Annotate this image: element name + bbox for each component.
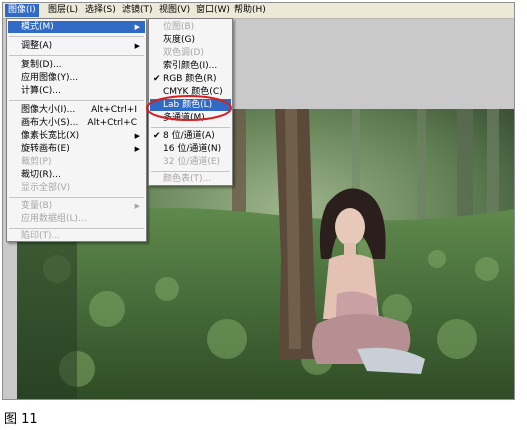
submenu-arrow-icon: ▶ <box>134 132 140 140</box>
menu-item-label: 32 位/通道(E) <box>163 157 221 167</box>
menu-item-variables[interactable]: 变量(B) ▶ <box>8 200 145 212</box>
menu-item-canvas-size[interactable]: 画布大小(S)... Alt+Ctrl+C <box>8 117 145 129</box>
menu-separator <box>151 127 230 128</box>
menu-item-calculations[interactable]: 计算(C)... <box>8 85 145 97</box>
menu-window[interactable]: 窗口(W) <box>193 4 233 17</box>
menu-item-label: 画布大小(S)... <box>21 118 79 128</box>
menu-item-label: RGB 颜色(R) <box>163 74 217 84</box>
menu-item-label: 索引颜色(I)... <box>163 61 218 71</box>
annotation-circle <box>146 95 232 121</box>
menu-item-label: 16 位/通道(N) <box>163 144 222 154</box>
menu-separator <box>9 36 144 37</box>
menu-item-mode[interactable]: 模式(M) ▶ <box>8 21 145 33</box>
shortcut-label: Alt+Ctrl+C <box>87 118 137 128</box>
menu-item-label: 裁剪(P) <box>21 157 52 167</box>
menu-separator <box>9 228 144 229</box>
menu-item-label: 旋转画布(E) <box>21 144 70 154</box>
menu-item-label: 应用图像(Y)... <box>21 73 79 83</box>
menubar: 图像(I) 图层(L) 选择(S) 滤镜(T) 视图(V) 窗口(W) 帮助(H… <box>3 3 514 19</box>
submenu-arrow-icon: ▶ <box>134 202 140 210</box>
menu-separator <box>9 55 144 56</box>
menu-item-label: 陷印(T)... <box>21 231 61 241</box>
check-icon: ✔ <box>153 131 161 141</box>
menu-item-label: 8 位/通道(A) <box>163 131 215 141</box>
menu-item-label: 裁切(R)... <box>21 170 61 180</box>
image-menu: 模式(M) ▶ 调整(A) ▶ 复制(D)... 应用图像(Y)... 计算(C… <box>6 18 147 242</box>
menu-item-label: 颜色表(T)... <box>163 174 212 184</box>
menu-item-label: 像素长宽比(X) <box>21 131 80 141</box>
photoshop-window: 图像(I) 图层(L) 选择(S) 滤镜(T) 视图(V) 窗口(W) 帮助(H… <box>2 2 515 400</box>
menu-item-label: 模式(M) <box>21 22 54 32</box>
menu-item-label: 位图(B) <box>163 22 195 32</box>
submenu-arrow-icon: ▶ <box>134 23 140 31</box>
menu-item-16bit[interactable]: 16 位/通道(N) <box>150 143 231 155</box>
menu-item-color-table[interactable]: 颜色表(T)... <box>150 173 231 185</box>
menu-item-image-size[interactable]: 图像大小(I)... Alt+Ctrl+I <box>8 104 145 116</box>
menu-item-reveal-all[interactable]: 显示全部(V) <box>8 182 145 194</box>
check-icon: ✔ <box>153 74 161 84</box>
menu-item-grayscale[interactable]: 灰度(G) <box>150 34 231 46</box>
submenu-arrow-icon: ▶ <box>134 42 140 50</box>
menu-item-label: 调整(A) <box>21 41 53 51</box>
menu-item-label: 双色调(D) <box>163 48 204 58</box>
menu-help[interactable]: 帮助(H) <box>231 4 269 17</box>
menu-item-indexed-color[interactable]: 索引颜色(I)... <box>150 60 231 72</box>
menu-separator <box>151 171 230 172</box>
menu-separator <box>9 100 144 101</box>
menu-item-apply-data-set[interactable]: 应用数据组(L)... <box>8 213 145 225</box>
menu-item-label: 图像大小(I)... <box>21 105 76 115</box>
menu-filter[interactable]: 滤镜(T) <box>119 4 156 17</box>
menu-item-bitmap[interactable]: 位图(B) <box>150 21 231 33</box>
menu-item-duotone[interactable]: 双色调(D) <box>150 47 231 59</box>
menu-item-label: 显示全部(V) <box>21 183 71 193</box>
menu-item-trim[interactable]: 裁切(R)... <box>8 169 145 181</box>
menu-item-pixel-aspect[interactable]: 像素长宽比(X) ▶ <box>8 130 145 142</box>
submenu-arrow-icon: ▶ <box>134 145 140 153</box>
menu-item-duplicate[interactable]: 复制(D)... <box>8 59 145 71</box>
figure-caption: 图 11 <box>4 412 38 427</box>
menu-item-label: 灰度(G) <box>163 35 195 45</box>
menu-item-label: 复制(D)... <box>21 60 62 70</box>
menu-item-apply-image[interactable]: 应用图像(Y)... <box>8 72 145 84</box>
menu-item-trap[interactable]: 陷印(T)... <box>8 230 145 242</box>
menu-item-rotate-canvas[interactable]: 旋转画布(E) ▶ <box>8 143 145 155</box>
menu-item-8bit[interactable]: ✔ 8 位/通道(A) <box>150 130 231 142</box>
menu-item-32bit[interactable]: 32 位/通道(E) <box>150 156 231 168</box>
menu-item-adjust[interactable]: 调整(A) ▶ <box>8 40 145 52</box>
menu-item-label: 应用数据组(L)... <box>21 214 87 224</box>
menu-separator <box>9 197 144 198</box>
menu-item-rgb-color[interactable]: ✔ RGB 颜色(R) <box>150 73 231 85</box>
menu-item-label: 变量(B) <box>21 201 53 211</box>
menu-item-label: 计算(C)... <box>21 86 61 96</box>
menu-layer[interactable]: 图层(L) <box>45 4 81 17</box>
menu-item-crop[interactable]: 裁剪(P) <box>8 156 145 168</box>
menu-image[interactable]: 图像(I) <box>5 4 39 17</box>
menu-view[interactable]: 视图(V) <box>156 4 193 17</box>
shortcut-label: Alt+Ctrl+I <box>91 105 137 115</box>
menu-select[interactable]: 选择(S) <box>82 4 119 17</box>
